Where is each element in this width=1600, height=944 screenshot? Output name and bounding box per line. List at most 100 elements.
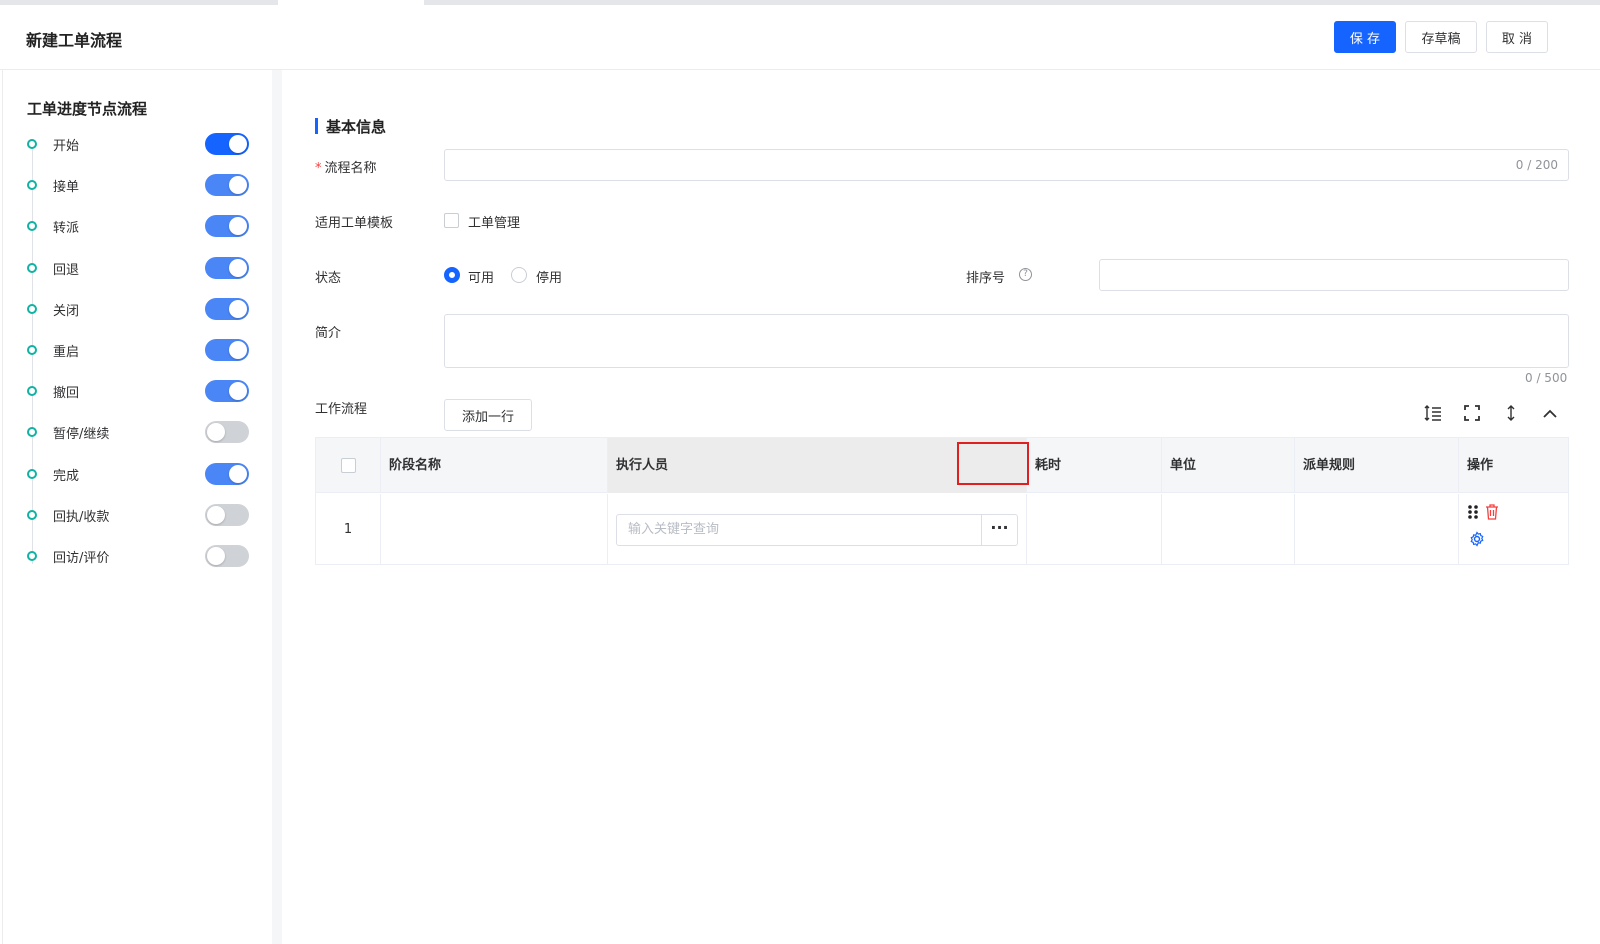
status-option-enabled[interactable]: 可用 bbox=[468, 267, 494, 286]
sort-label: 排序号 bbox=[966, 271, 1006, 286]
node-item: 撤回 bbox=[3, 379, 273, 403]
node-label: 转派 bbox=[53, 221, 80, 237]
node-toggle-switch[interactable] bbox=[205, 421, 249, 444]
main-form: 基本信息 * 流程名称 0 / 200 适用工单模板 工单管理 状态 可用 停用 … bbox=[282, 70, 1600, 944]
node-dot-icon bbox=[27, 345, 37, 355]
node-dot-icon bbox=[27, 262, 37, 273]
node-item: 回访/评价 bbox=[3, 544, 273, 568]
node-dot-icon bbox=[27, 303, 37, 314]
page-title: 新建工单流程 bbox=[26, 31, 123, 50]
row-height-icon[interactable] bbox=[1500, 402, 1522, 424]
node-toggle-switch[interactable] bbox=[205, 545, 249, 567]
node-label: 完成 bbox=[53, 468, 80, 484]
workflow-label: 工作流程 bbox=[315, 402, 368, 417]
drag-handle-icon[interactable] bbox=[1467, 504, 1479, 524]
node-flow-panel: 工单进度节点流程 开始 接单 转派 回退 关闭 重启 撤回 暂停/继续 完成 回执/收款 回访/评价 bbox=[2, 70, 272, 944]
panel-divider bbox=[272, 70, 282, 944]
node-dot-icon bbox=[27, 386, 37, 397]
node-label: 关闭 bbox=[53, 303, 80, 319]
toggle-knob bbox=[207, 505, 225, 524]
node-toggle-switch[interactable] bbox=[205, 503, 249, 526]
node-dot-icon bbox=[27, 180, 37, 191]
node-item: 开始 bbox=[3, 132, 273, 156]
cancel-button[interactable]: 取 消 bbox=[1486, 21, 1548, 53]
dispatch-rule-cell[interactable] bbox=[1295, 494, 1459, 565]
intro-counter: 0 / 500 bbox=[1525, 371, 1568, 385]
toggle-knob bbox=[229, 299, 247, 318]
toggle-knob bbox=[229, 176, 247, 195]
status-radio-disabled[interactable] bbox=[511, 267, 527, 283]
intro-label: 简介 bbox=[315, 326, 342, 341]
delete-icon[interactable] bbox=[1485, 504, 1499, 524]
node-dot-icon bbox=[27, 427, 37, 438]
status-option-disabled[interactable]: 停用 bbox=[536, 267, 562, 286]
node-toggle-switch[interactable] bbox=[205, 256, 249, 279]
select-all-checkbox[interactable] bbox=[341, 458, 356, 473]
node-label: 暂停/继续 bbox=[53, 427, 110, 443]
node-toggle-switch[interactable] bbox=[205, 380, 249, 403]
sort-number-input[interactable] bbox=[1099, 259, 1569, 291]
save-button[interactable]: 保 存 bbox=[1334, 21, 1396, 53]
stage-name-cell[interactable] bbox=[381, 494, 608, 565]
collapse-up-icon[interactable] bbox=[1539, 402, 1561, 424]
template-label: 适用工单模板 bbox=[315, 216, 394, 231]
status-label: 状态 bbox=[315, 271, 342, 286]
node-toggle-switch[interactable] bbox=[205, 215, 249, 238]
highlighted-column-resize-area[interactable] bbox=[957, 442, 1029, 485]
node-dot-icon bbox=[27, 221, 37, 232]
page-header: 新建工单流程 保 存 存草稿 取 消 bbox=[0, 5, 1600, 70]
section-title: 基本信息 bbox=[326, 118, 387, 136]
node-item: 回退 bbox=[3, 256, 273, 280]
intro-textarea[interactable] bbox=[444, 314, 1569, 368]
node-item: 接单 bbox=[3, 173, 273, 197]
duration-cell[interactable] bbox=[1027, 494, 1162, 565]
fullscreen-icon[interactable] bbox=[1461, 402, 1483, 424]
node-toggle-switch[interactable] bbox=[205, 174, 249, 197]
node-label: 回退 bbox=[53, 262, 80, 278]
toggle-knob bbox=[229, 258, 247, 277]
node-toggle-switch[interactable] bbox=[205, 339, 249, 361]
template-checkbox[interactable] bbox=[444, 213, 459, 228]
node-toggle-switch[interactable] bbox=[205, 133, 249, 155]
question-circle-icon[interactable]: ? bbox=[1019, 268, 1032, 281]
node-item: 完成 bbox=[3, 462, 273, 486]
unit-cell[interactable] bbox=[1162, 494, 1295, 565]
save-draft-button[interactable]: 存草稿 bbox=[1405, 21, 1477, 53]
node-label: 接单 bbox=[53, 180, 80, 196]
node-label: 回执/收款 bbox=[53, 509, 110, 525]
node-item: 转派 bbox=[3, 214, 273, 238]
process-name-input[interactable]: 0 / 200 bbox=[444, 149, 1569, 181]
actions-cell bbox=[1459, 494, 1568, 565]
node-label: 撤回 bbox=[53, 386, 80, 402]
column-stage-name[interactable]: 阶段名称 bbox=[381, 438, 608, 493]
node-label: 开始 bbox=[53, 139, 80, 154]
select-all-header bbox=[316, 438, 381, 493]
toggle-knob bbox=[207, 423, 225, 442]
executor-search-input[interactable]: 输入关键字查询 bbox=[616, 514, 982, 546]
status-radio-enabled[interactable] bbox=[444, 267, 460, 283]
name-label: * 流程名称 bbox=[315, 161, 377, 176]
toggle-knob bbox=[229, 382, 247, 401]
column-unit[interactable]: 单位 bbox=[1162, 438, 1295, 493]
toggle-knob bbox=[229, 341, 247, 359]
column-dispatch-rule[interactable]: 派单规则 bbox=[1295, 438, 1459, 493]
node-item: 关闭 bbox=[3, 297, 273, 321]
node-dot-icon bbox=[27, 509, 37, 520]
toggle-knob bbox=[229, 135, 247, 153]
workflow-table: 阶段名称 执行人员 耗时 单位 派单规则 操作 1 输入关键字查询 ··· bbox=[315, 437, 1569, 565]
node-label: 回访/评价 bbox=[53, 551, 110, 566]
line-height-icon[interactable] bbox=[1422, 402, 1444, 424]
settings-gear-icon[interactable] bbox=[1469, 531, 1485, 551]
column-actions: 操作 bbox=[1467, 458, 1494, 473]
required-mark: * bbox=[315, 161, 322, 176]
more-options-button[interactable]: ··· bbox=[981, 514, 1018, 546]
name-counter: 0 / 200 bbox=[1515, 158, 1558, 172]
section-accent-bar bbox=[315, 118, 318, 134]
node-toggle-switch[interactable] bbox=[205, 462, 249, 485]
toggle-knob bbox=[229, 464, 247, 483]
node-toggle-switch[interactable] bbox=[205, 297, 249, 320]
template-option-label[interactable]: 工单管理 bbox=[468, 212, 520, 231]
add-row-button[interactable]: 添加一行 bbox=[444, 399, 532, 431]
column-duration[interactable]: 耗时 bbox=[1027, 438, 1162, 493]
node-dot-icon bbox=[27, 139, 37, 149]
